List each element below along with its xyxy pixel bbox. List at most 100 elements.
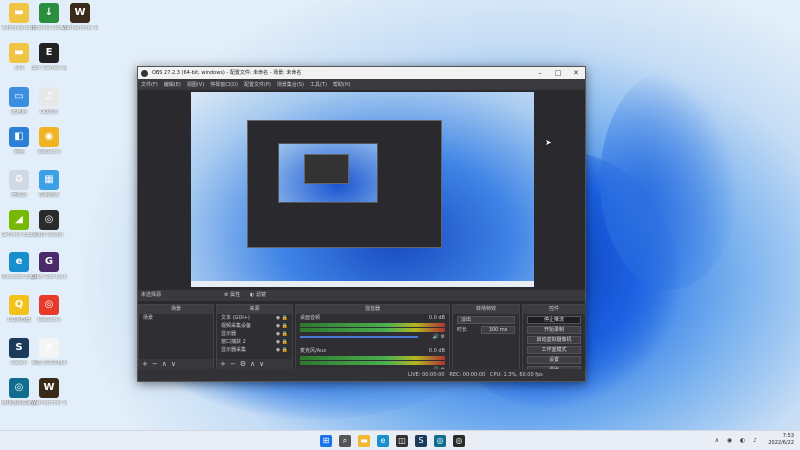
desktop-icon[interactable]: ≡ 新建 文本文档.txt: [31, 338, 67, 366]
live-status: LIVE: 00:00:00: [408, 372, 445, 378]
file-explorer-icon[interactable]: ▬: [358, 435, 370, 447]
channel-db: 0.0 dB: [428, 315, 445, 321]
source-item[interactable]: 显示器采集 ◉ 🔒: [217, 346, 292, 354]
transitions-dock: 转场特效 淡出 时长 300 ms: [452, 304, 520, 370]
sources-dock-title: 来源: [217, 305, 292, 314]
system-clock[interactable]: 7:53 2022/6/22: [768, 433, 794, 447]
obs-icon[interactable]: ◎: [453, 435, 465, 447]
visibility-lock-icon[interactable]: ◉ 🔒: [276, 346, 288, 354]
game-icon: W: [39, 378, 59, 398]
edge-icon: e: [9, 252, 29, 272]
channel-name: 麦克风/Aux: [300, 348, 327, 354]
control-button[interactable]: 开始录制: [527, 326, 581, 334]
desktop-icon[interactable]: ◎ WeGame: [31, 295, 67, 323]
grey-goo-icon: G: [39, 252, 59, 272]
volume-slider[interactable]: [300, 336, 418, 338]
sources-dock: 来源 文本 (GDI+) ◉ 🔒 视频采集设备 ◉ 🔒 显示器 ◉ 🔒 窗口捕获 2 ◉ 🔒 显…: [216, 304, 293, 370]
nested-obs-preview: [247, 120, 442, 248]
duration-input[interactable]: 300 ms: [481, 326, 515, 334]
visibility-lock-icon[interactable]: ◉ 🔒: [276, 314, 288, 322]
audio-mixer-dock: 混音器 桌面音频 0.0 dB 🔊 ⚙ 麦克风/Aux 0.0 dB 🔊 ⚙: [295, 304, 450, 373]
menu-item[interactable]: 视图(V): [187, 81, 204, 88]
menu-item[interactable]: 文件(F): [141, 81, 158, 88]
search-icon[interactable]: ⌕: [339, 435, 351, 447]
tray-icons[interactable]: ∧ ◉ ◐ ♪: [715, 437, 760, 444]
preview-canvas[interactable]: [191, 92, 534, 287]
folder-icon: ▬: [9, 43, 29, 63]
control-button[interactable]: 停止推流: [527, 316, 581, 324]
epic-icon: E: [39, 43, 59, 63]
maximize-icon[interactable]: □: [549, 67, 567, 79]
window-titlebar[interactable]: OBS 27.2.3 (64-bit, windows) - 配置文件: 未命名…: [138, 67, 585, 79]
menu-item[interactable]: 编辑(E): [164, 81, 181, 88]
desktop-icon-label: Warhammer Vermintide 2: [62, 25, 98, 31]
cpu-status: CPU: 1.3%, 60.00 fps: [490, 372, 543, 378]
accelerator-icon: ◎: [9, 378, 29, 398]
source-item[interactable]: 窗口捕获 2 ◉ 🔒: [217, 338, 292, 346]
desktop-icon-label: Warhammer Vermintide 2: [31, 400, 67, 406]
idm-icon: ↓: [39, 3, 59, 23]
minimize-icon[interactable]: –: [531, 67, 549, 79]
source-item[interactable]: 显示器 ◉ 🔒: [217, 330, 292, 338]
scene-item[interactable]: 场景: [143, 314, 153, 322]
game-icon: W: [70, 3, 90, 23]
control-button[interactable]: 启动虚拟摄像机: [527, 336, 581, 344]
menu-item[interactable]: 场景集合(S): [277, 81, 304, 88]
obs-window[interactable]: OBS 27.2.3 (64-bit, windows) - 配置文件: 未命名…: [137, 66, 586, 382]
desktop-icon-label: QQ音乐: [40, 109, 58, 115]
mixer-dock-title: 混音器: [296, 305, 449, 314]
source-label: 文本 (GDI+): [221, 315, 250, 321]
app-icon[interactable]: ◎: [434, 435, 446, 447]
mute-settings-icon[interactable]: 🔊 ⚙: [433, 333, 445, 341]
text-file-icon: ≡: [39, 338, 59, 358]
menu-item[interactable]: 帮助(H): [333, 81, 351, 88]
source-label: 显示器: [221, 331, 237, 337]
desktop-icon-label: WeGame: [37, 317, 61, 323]
channel-name: 桌面音频: [300, 315, 321, 321]
control-button[interactable]: 设置: [527, 356, 581, 364]
duration-label: 时长: [457, 327, 468, 333]
scenes-toolbar[interactable]: +−∧∨: [139, 359, 213, 369]
desktop-icon[interactable]: W Warhammer Vermintide 2: [62, 3, 98, 31]
store-icon[interactable]: ◫: [396, 435, 408, 447]
menu-item[interactable]: 工具(T): [310, 81, 327, 88]
source-item[interactable]: 视频采集设备 ◉ 🔒: [217, 322, 292, 330]
close-icon[interactable]: ✕: [567, 67, 585, 79]
visibility-lock-icon[interactable]: ◉ 🔒: [276, 338, 288, 346]
steam-icon[interactable]: S: [415, 435, 427, 447]
visibility-lock-icon[interactable]: ◉ 🔒: [276, 330, 288, 338]
sources-toolbar[interactable]: +−⚙∧∨: [217, 359, 292, 369]
desktop-icon[interactable]: ◉ WeGame: [31, 127, 67, 155]
network-icon: ◧: [9, 127, 29, 147]
desktop-icon-label: 控制面板: [38, 192, 59, 198]
volume-meter: [300, 361, 445, 365]
desktop-icon[interactable]: ◎ OBS Studio: [31, 210, 67, 238]
desktop-icon-label: Epic Games Launcher: [31, 65, 67, 71]
windows-start-icon[interactable]: ⊞: [320, 435, 332, 447]
desktop-icon[interactable]: E Epic Games Launcher: [31, 43, 67, 71]
filters-button[interactable]: ◐ 滤镜: [250, 290, 266, 301]
properties-button[interactable]: ⚙ 属性: [224, 290, 240, 301]
controls-dock: 控件 停止推流开始录制启动虚拟摄像机工作室模式设置退出: [522, 304, 586, 374]
menu-item[interactable]: 停靠窗口(D): [210, 81, 238, 88]
folder-icon: ▬: [9, 3, 29, 23]
mouse-cursor-icon: ➤: [545, 138, 552, 147]
transition-select[interactable]: 淡出: [457, 316, 515, 324]
desktop-icon[interactable]: ♫ QQ音乐: [31, 87, 67, 115]
desktop-icon[interactable]: G Grey Goo Launcher: [31, 252, 67, 280]
desktop-icon-label: Grey Goo Launcher: [31, 274, 67, 280]
computer-icon: ▭: [9, 87, 29, 107]
desktop-icon[interactable]: ▦ 控制面板: [31, 170, 67, 198]
source-item[interactable]: 文本 (GDI+) ◉ 🔒: [217, 314, 292, 322]
qq-browser-icon: Q: [9, 295, 29, 315]
menu-item[interactable]: 配置文件(P): [244, 81, 271, 88]
desktop-icon-label: OBS Studio: [35, 232, 63, 238]
nested-preview: [278, 143, 378, 203]
desktop-icon[interactable]: W Warhammer Vermintide 2: [31, 378, 67, 406]
wegame-icon: ◉: [39, 127, 59, 147]
control-button[interactable]: 工作室模式: [527, 346, 581, 354]
nvidia-icon: ◢: [9, 210, 29, 230]
edge-icon[interactable]: e: [377, 435, 389, 447]
visibility-lock-icon[interactable]: ◉ 🔒: [276, 322, 288, 330]
desktop-icon-label: 新建 文本文档.txt: [31, 360, 67, 366]
